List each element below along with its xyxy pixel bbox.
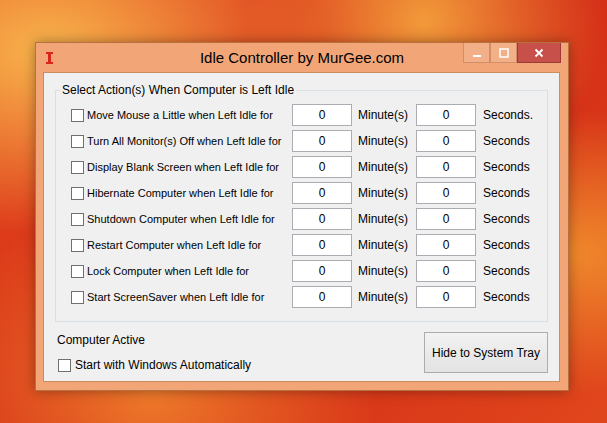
title-bar: Idle Controller by MurGee.com (36, 43, 568, 72)
checkbox[interactable] (71, 213, 84, 226)
minimize-button[interactable] (463, 43, 490, 63)
hide-to-tray-button[interactable]: Hide to System Tray (424, 332, 548, 373)
seconds-field[interactable] (416, 260, 476, 282)
minutes-field[interactable] (292, 130, 352, 152)
action-label[interactable]: Restart Computer when Left Idle for (87, 237, 292, 254)
checkbox[interactable] (71, 187, 84, 200)
seconds-unit: Seconds (476, 132, 532, 150)
minutes-field[interactable] (292, 182, 352, 204)
minutes-unit: Minute(s) (352, 210, 416, 228)
action-label[interactable]: Move Mouse a Little when Left Idle for (87, 107, 292, 124)
minutes-field[interactable] (292, 234, 352, 256)
startup-row: Start with Windows Automatically (57, 356, 251, 374)
action-label[interactable]: Shutdown Computer when Left Idle for (87, 211, 292, 228)
checkbox[interactable] (71, 265, 84, 278)
action-row: Move Mouse a Little when Left Idle for Mi… (71, 104, 532, 126)
minutes-field[interactable] (292, 156, 352, 178)
checkbox[interactable] (71, 135, 84, 148)
startup-panel: Computer Active Start with Windows Automa… (55, 332, 251, 374)
startup-label[interactable]: Start with Windows Automatically (75, 356, 251, 374)
status-text: Computer Active (57, 333, 251, 347)
seconds-field[interactable] (416, 208, 476, 230)
minutes-unit: Minute(s) (352, 288, 416, 306)
seconds-field[interactable] (416, 234, 476, 256)
action-label[interactable]: Turn All Monitor(s) Off when Left Idle f… (87, 133, 292, 150)
action-row: Restart Computer when Left Idle for Minut… (71, 234, 532, 256)
action-row: Shutdown Computer when Left Idle for Minu… (71, 208, 532, 230)
seconds-field[interactable] (416, 104, 476, 126)
checkbox[interactable] (71, 161, 84, 174)
checkbox[interactable] (71, 291, 84, 304)
seconds-field[interactable] (416, 182, 476, 204)
actions-group: Select Action(s) When Computer is Left I… (55, 83, 548, 322)
app-icon (44, 51, 56, 65)
desktop: Idle Controller by MurGee.com Select Act… (0, 0, 607, 423)
window-title: Idle Controller by MurGee.com (194, 43, 410, 72)
checkbox[interactable] (71, 239, 84, 252)
action-row: Turn All Monitor(s) Off when Left Idle f… (71, 130, 532, 152)
minutes-unit: Minute(s) (352, 132, 416, 150)
action-row: Hibernate Computer when Left Idle for Min… (71, 182, 532, 204)
checkbox[interactable] (71, 109, 84, 122)
seconds-unit: Seconds. (476, 106, 533, 124)
maximize-button[interactable] (490, 43, 517, 63)
action-row: Lock Computer when Left Idle for Minute(s… (71, 260, 532, 282)
seconds-unit: Seconds (476, 184, 532, 202)
seconds-unit: Seconds (476, 236, 532, 254)
seconds-field[interactable] (416, 130, 476, 152)
minutes-unit: Minute(s) (352, 158, 416, 176)
close-icon (534, 48, 544, 58)
minutes-unit: Minute(s) (352, 106, 416, 124)
minutes-unit: Minute(s) (352, 184, 416, 202)
group-title: Select Action(s) When Computer is Left I… (60, 83, 296, 97)
minutes-field[interactable] (292, 286, 352, 308)
minutes-field[interactable] (292, 104, 352, 126)
seconds-unit: Seconds (476, 158, 532, 176)
minutes-unit: Minute(s) (352, 262, 416, 280)
seconds-field[interactable] (416, 156, 476, 178)
maximize-icon (499, 48, 509, 58)
seconds-unit: Seconds (476, 210, 532, 228)
seconds-field[interactable] (416, 286, 476, 308)
minutes-field[interactable] (292, 260, 352, 282)
minutes-unit: Minute(s) (352, 236, 416, 254)
app-window: Idle Controller by MurGee.com Select Act… (35, 42, 569, 391)
minimize-icon (472, 48, 482, 58)
action-label[interactable]: Display Blank Screen when Left Idle for (87, 159, 292, 176)
minutes-field[interactable] (292, 208, 352, 230)
action-row: Display Blank Screen when Left Idle for M… (71, 156, 532, 178)
checkbox[interactable] (58, 359, 71, 372)
action-label[interactable]: Lock Computer when Left Idle for (87, 263, 292, 280)
close-button[interactable] (517, 43, 561, 63)
action-list: Move Mouse a Little when Left Idle for Mi… (71, 104, 532, 308)
action-label[interactable]: Start ScreenSaver when Left Idle for (87, 289, 292, 306)
action-label[interactable]: Hibernate Computer when Left Idle for (87, 185, 292, 202)
client-area: Select Action(s) When Computer is Left I… (43, 72, 560, 382)
action-row: Start ScreenSaver when Left Idle for Minu… (71, 286, 532, 308)
bottom-area: Computer Active Start with Windows Automa… (55, 332, 548, 374)
seconds-unit: Seconds (476, 288, 532, 306)
seconds-unit: Seconds (476, 262, 532, 280)
